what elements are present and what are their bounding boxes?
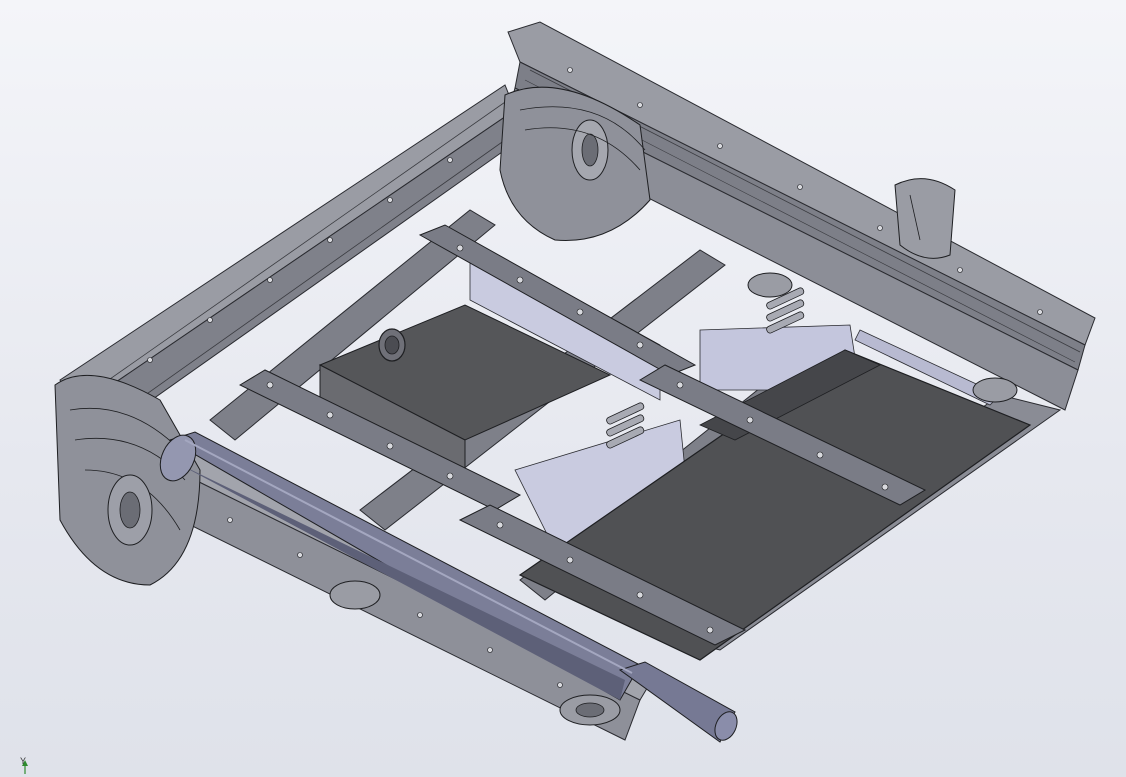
- rear-right-bracket: [894, 178, 956, 259]
- front-left-hanger: [54, 374, 201, 586]
- chassis-frame-model[interactable]: [0, 0, 1126, 777]
- graphics-viewport[interactable]: Y: [0, 0, 1126, 777]
- triad-y-label: Y: [20, 756, 27, 766]
